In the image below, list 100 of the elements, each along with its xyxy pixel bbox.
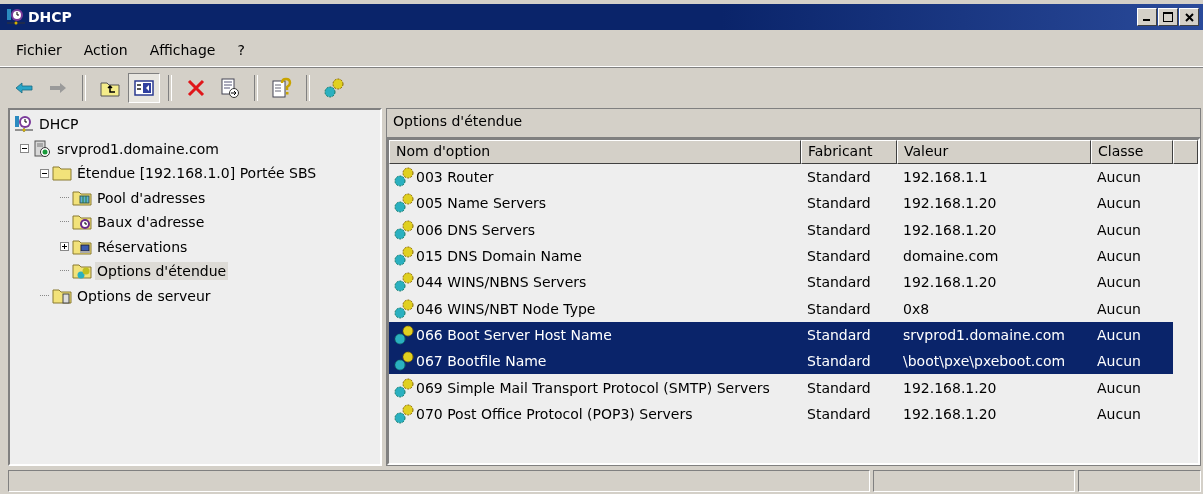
table-cell-text: srvprod1.domaine.com [902,326,1066,343]
table-cell-text: 192.168.1.20 [902,195,998,212]
table-cell: 006 DNS Servers [416,221,535,238]
tree-item[interactable]: Réservations [95,237,190,256]
option-row[interactable]: 070 Post Office Protocol (POP3) Servers Standard 192.168.1.20 Aucun [389,400,1173,427]
forward-arrow-icon [49,81,67,95]
help-icon [271,77,293,99]
table-cell-text: Aucun [1096,379,1142,396]
delete-icon [186,78,206,98]
table-cell-text: Standard [806,405,872,422]
option-row[interactable]: 015 DNS Domain Name Standard domaine.com Aucun [389,242,1173,270]
table-cell: 067 Bootfile Name [416,353,547,370]
folder-grid-icon [72,188,92,207]
table-cell: 015 DNS Domain Name [416,248,582,265]
table-cell-text: 192.168.1.20 [902,405,998,422]
table-cell-text: Aucun [1096,195,1142,212]
tree-item[interactable]: Étendue [192.168.1.0] Portée SBS [75,164,319,183]
table-cell-text: Standard [806,379,872,396]
toolbar-button[interactable] [128,73,160,103]
column-header[interactable] [1173,140,1198,164]
table-cell-text: domaine.com [902,248,1000,265]
folder-icon [52,164,72,183]
table-cell-text: Standard [806,326,872,343]
column-header[interactable]: Classe [1091,140,1173,164]
table-cell: 070 Post Office Protocol (POP3) Servers [416,405,693,422]
close-button[interactable] [1179,8,1199,26]
option-row[interactable]: 003 Router Standard 192.168.1.1 Aucun [389,164,1173,191]
menu-item[interactable]: Action [75,40,136,60]
dhcp-clock-icon [6,8,26,26]
table-cell: 044 WINS/NBNS Servers [416,274,587,291]
window-title: DHCP [28,9,72,25]
option-row[interactable]: 069 Simple Mail Transport Protocol (SMTP) Servers Standard 192.168.1.20 Aucun [389,374,1173,401]
dhcp-clock-icon [14,115,34,134]
maximize-icon [1163,12,1173,22]
table-cell-text: Aucun [1096,248,1142,265]
tree-item[interactable]: Baux d'adresse [95,213,207,232]
back-arrow-icon [15,81,33,95]
collapse-toggle[interactable] [40,168,49,178]
gears-icon [393,166,415,189]
table-cell: 005 Name Servers [416,195,547,212]
gears-icon [393,245,415,268]
table-cell-text: 192.168.1.1 [902,169,989,186]
menu-item[interactable]: Fichier [8,40,70,60]
close-icon [1184,12,1194,22]
table-cell-text: 192.168.1.20 [902,221,998,238]
table-cell-text: Standard [806,300,872,317]
table-cell-text: Aucun [1096,405,1142,422]
folder-server-icon [52,286,72,305]
table-cell-text: Standard [806,221,872,238]
option-row[interactable]: 044 WINS/NBNS Servers Standard 192.168.1.20 Aucun [389,269,1173,296]
gears-icon [393,350,415,373]
table-cell-text: Standard [806,248,872,265]
column-header[interactable]: Valeur [897,140,1091,164]
option-row[interactable]: 066 Boot Server Host Name Standard srvprod1.domaine.com Aucun [389,321,1173,349]
gears-icon [393,271,415,294]
table-cell-text: Aucun [1096,326,1142,343]
option-row[interactable]: 006 DNS Servers Standard 192.168.1.20 Aucun [389,216,1173,243]
gears-icon [393,323,415,346]
table-cell-text: Standard [806,169,872,186]
maximize-button[interactable] [1158,8,1178,26]
folder-computer-icon [72,237,92,256]
option-row[interactable]: 046 WINS/NBT Node Type Standard 0x8 Aucun [389,295,1173,322]
tree-item[interactable]: Options de serveur [75,286,213,305]
minimize-button[interactable] [1137,8,1157,26]
tree-item[interactable]: Pool d'adresses [95,188,208,207]
tree-item[interactable]: Options d'étendue [95,262,229,281]
option-row[interactable]: 005 Name Servers Standard 192.168.1.20 Aucun [389,190,1173,217]
folder-up-icon [100,79,120,97]
table-cell-text: \boot\pxe\pxeboot.com [902,353,1067,370]
column-header[interactable]: Nom d'option [389,140,801,164]
table-cell-text: Standard [806,353,872,370]
collapse-toggle[interactable] [20,144,29,154]
table-cell-text: 192.168.1.20 [902,379,998,396]
table-cell: 003 Router [416,169,494,186]
gears-icon [393,376,415,399]
tree-pane-icon [134,79,154,97]
table-cell: 069 Simple Mail Transport Protocol (SMTP) Servers [416,379,770,396]
tree-item[interactable]: DHCP [37,115,81,134]
expand-toggle[interactable] [60,242,69,252]
table-cell-text: Aucun [1096,169,1142,186]
menu-item[interactable]: ? [229,40,253,60]
option-row[interactable]: 067 Bootfile Name Standard \boot\pxe\pxeboot.com Aucun [389,348,1173,375]
table-cell-text: Aucun [1096,221,1142,238]
gears-icon [393,297,415,320]
menu-item[interactable]: Affichage [141,40,224,60]
column-header[interactable]: Fabricant [801,140,897,164]
gears-icon [393,402,415,425]
gears-icon [393,218,415,241]
table-cell-text: Aucun [1096,353,1142,370]
export-list-icon [220,78,240,98]
table-cell-text: 192.168.1.20 [902,274,998,291]
gears-icon [323,77,345,99]
server-icon [32,139,52,158]
table-cell-text: Aucun [1096,274,1142,291]
table-cell: 046 WINS/NBT Node Type [416,300,596,317]
tree-item[interactable]: srvprod1.domaine.com [55,139,221,158]
folder-clock-icon [72,213,92,232]
table-cell: 066 Boot Server Host Name [416,326,612,343]
table-cell-text: Aucun [1096,300,1142,317]
table-cell-text: Standard [806,274,872,291]
